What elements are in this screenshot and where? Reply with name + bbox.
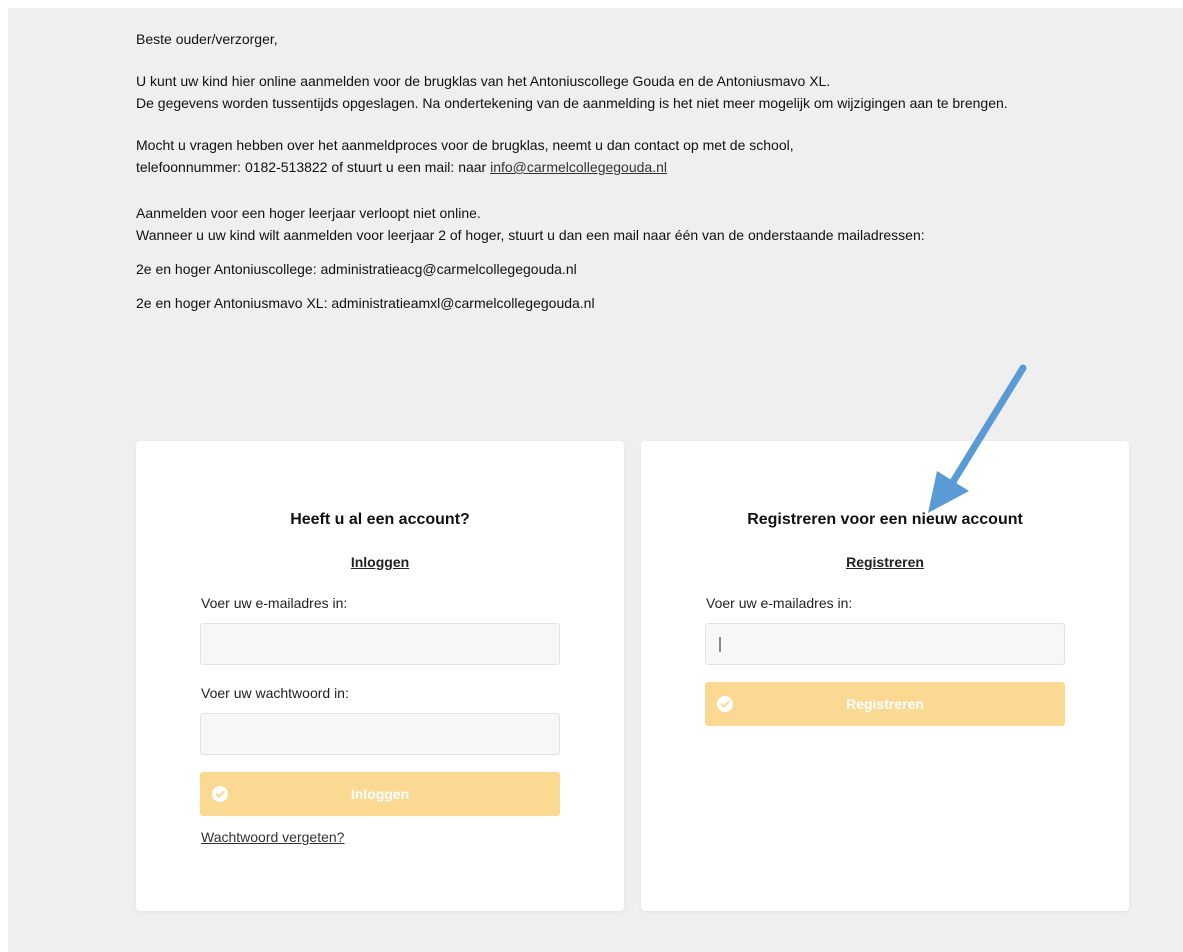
text-caret xyxy=(719,637,721,652)
register-title: Registreren voor een nieuw account xyxy=(747,511,1023,528)
login-link[interactable]: Inloggen xyxy=(136,554,624,570)
register-button-label: Registreren xyxy=(846,696,924,712)
annotation-arrow-icon xyxy=(928,364,1027,513)
acg-email-line: 2e en hoger Antoniuscollege: administrat… xyxy=(136,261,577,277)
contact-line-2-text: telefoonnummer: 0182-513822 of stuurt u … xyxy=(136,159,491,175)
intro-line-1: U kunt uw kind hier online aanmelden voo… xyxy=(136,73,831,89)
login-email-label: Voer uw e-mailadres in: xyxy=(201,595,348,611)
login-button[interactable]: Inloggen xyxy=(200,772,560,816)
higher-line-1: Aanmelden voor een hoger leerjaar verloo… xyxy=(136,205,481,221)
login-password-label: Voer uw wachtwoord in: xyxy=(201,685,349,701)
check-circle-icon xyxy=(212,786,228,802)
contact-email-link[interactable]: info@carmelcollegegouda.nl xyxy=(490,159,667,175)
intro-text: Beste ouder/verzorger, U kunt uw kind hi… xyxy=(136,28,1096,314)
higher-line-2: Wanneer u uw kind wilt aanmelden voor le… xyxy=(136,227,925,243)
forgot-password-link[interactable]: Wachtwoord vergeten? xyxy=(201,829,344,845)
greeting: Beste ouder/verzorger, xyxy=(136,31,278,47)
login-email-input[interactable] xyxy=(200,623,560,665)
register-card: Registreren voor een nieuw account Regis… xyxy=(641,441,1129,911)
check-circle-icon xyxy=(717,696,733,712)
login-card: Heeft u al een account? Inloggen Voer uw… xyxy=(136,441,624,911)
register-email-label: Voer uw e-mailadres in: xyxy=(706,595,853,611)
amxl-email-line: 2e en hoger Antoniusmavo XL: administrat… xyxy=(136,295,595,311)
login-password-input[interactable] xyxy=(200,713,560,755)
contact-line-2: telefoonnummer: 0182-513822 of stuurt u … xyxy=(136,156,1096,178)
page-background: Beste ouder/verzorger, U kunt uw kind hi… xyxy=(8,8,1183,952)
contact-line-1: Mocht u vragen hebben over het aanmeldpr… xyxy=(136,137,794,153)
register-link[interactable]: Registreren xyxy=(641,554,1129,570)
intro-line-2: De gegevens worden tussentijds opgeslage… xyxy=(136,95,1008,111)
login-title: Heeft u al een account? xyxy=(290,511,470,528)
login-button-label: Inloggen xyxy=(350,786,410,802)
register-button[interactable]: Registreren xyxy=(705,682,1065,726)
register-email-input[interactable] xyxy=(705,623,1065,665)
